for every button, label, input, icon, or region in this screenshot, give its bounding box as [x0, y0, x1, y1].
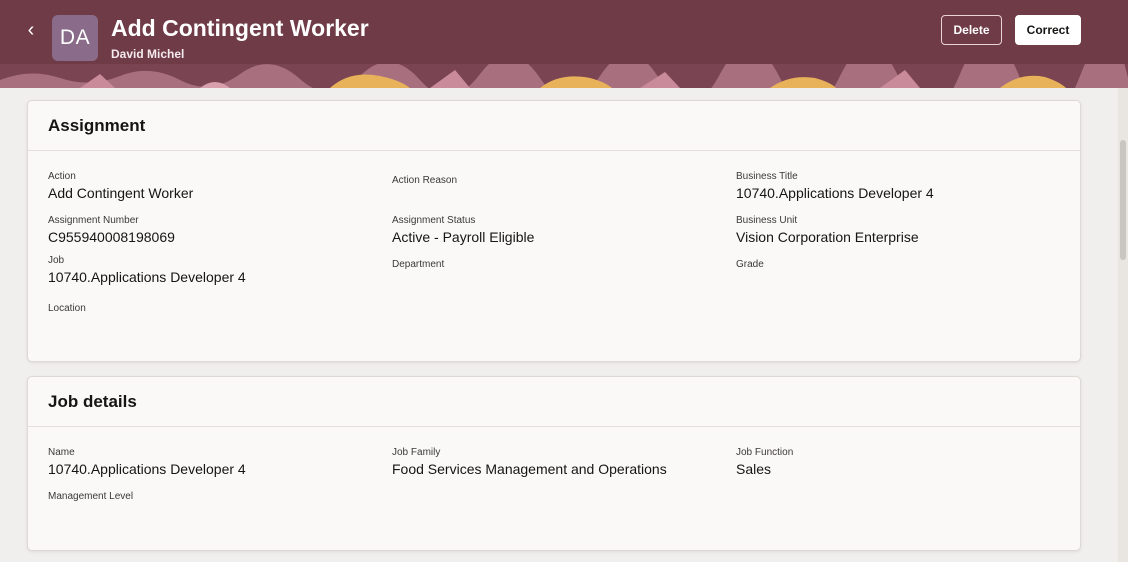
avatar: DA: [52, 15, 98, 61]
assignment-card-header: Assignment: [28, 101, 1080, 151]
field-label: Assignment Status: [392, 215, 476, 226]
field-management-level: Management Level: [48, 491, 368, 504]
header-decorative-pattern: [0, 64, 1128, 88]
page-title: Add Contingent Worker: [111, 15, 369, 41]
field-label: Assignment Number: [48, 215, 139, 226]
field-label: Location: [48, 303, 86, 314]
field-label: Job: [48, 255, 65, 266]
job-details-section-title: Job details: [48, 392, 137, 411]
field-action-reason: Action Reason: [392, 175, 712, 188]
job-details-card: Job details Name 10740.Applications Deve…: [27, 376, 1081, 551]
field-job-function: Job Function Sales: [736, 447, 1056, 478]
field-location: Location: [48, 303, 368, 316]
chevron-left-icon: ‹: [27, 19, 35, 41]
field-label: Job Function: [736, 447, 794, 458]
field-value: Active - Payroll Eligible: [392, 229, 535, 245]
page-header: ‹ DA Add Contingent Worker David Michel …: [0, 0, 1128, 88]
field-grade: Grade: [736, 259, 1056, 272]
assignment-card: Assignment Action Add Contingent Worker …: [27, 100, 1081, 362]
job-details-card-header: Job details: [28, 377, 1080, 427]
field-department: Department: [392, 259, 712, 272]
field-label: Action Reason: [392, 175, 458, 186]
assignment-section-title: Assignment: [48, 116, 146, 135]
field-label: Business Unit: [736, 215, 798, 226]
field-assignment-status: Assignment Status Active - Payroll Eligi…: [392, 215, 712, 246]
field-value: Sales: [736, 461, 772, 477]
field-name: Name 10740.Applications Developer 4: [48, 447, 368, 478]
field-label: Action: [48, 171, 76, 182]
correct-button[interactable]: Correct: [1015, 15, 1081, 45]
field-value: 10740.Applications Developer 4: [48, 461, 246, 477]
field-label: Department: [392, 259, 445, 270]
delete-button[interactable]: Delete: [941, 15, 1002, 45]
scrollbar-thumb[interactable]: [1120, 140, 1126, 260]
field-job-family: Job Family Food Services Management and …: [392, 447, 712, 478]
field-label: Job Family: [392, 447, 441, 458]
field-label: Management Level: [48, 491, 134, 502]
field-action: Action Add Contingent Worker: [48, 171, 368, 202]
field-value: Vision Corporation Enterprise: [736, 229, 919, 245]
field-business-title: Business Title 10740.Applications Develo…: [736, 171, 1056, 202]
field-value: 10740.Applications Developer 4: [48, 269, 246, 285]
field-label: Grade: [736, 259, 764, 270]
field-job: Job 10740.Applications Developer 4: [48, 255, 368, 286]
field-value: 10740.Applications Developer 4: [736, 185, 934, 201]
field-business-unit: Business Unit Vision Corporation Enterpr…: [736, 215, 1056, 246]
field-label: Name: [48, 447, 75, 458]
page-content: Assignment Action Add Contingent Worker …: [0, 88, 1118, 562]
field-assignment-number: Assignment Number C955940008198069: [48, 215, 368, 246]
field-value: C955940008198069: [48, 229, 175, 245]
field-value: Food Services Management and Operations: [392, 461, 667, 477]
vertical-scrollbar[interactable]: [1118, 88, 1128, 562]
back-button[interactable]: ‹: [20, 18, 42, 42]
field-label: Business Title: [736, 171, 798, 182]
field-value: Add Contingent Worker: [48, 185, 194, 201]
person-name: David Michel: [111, 47, 185, 61]
